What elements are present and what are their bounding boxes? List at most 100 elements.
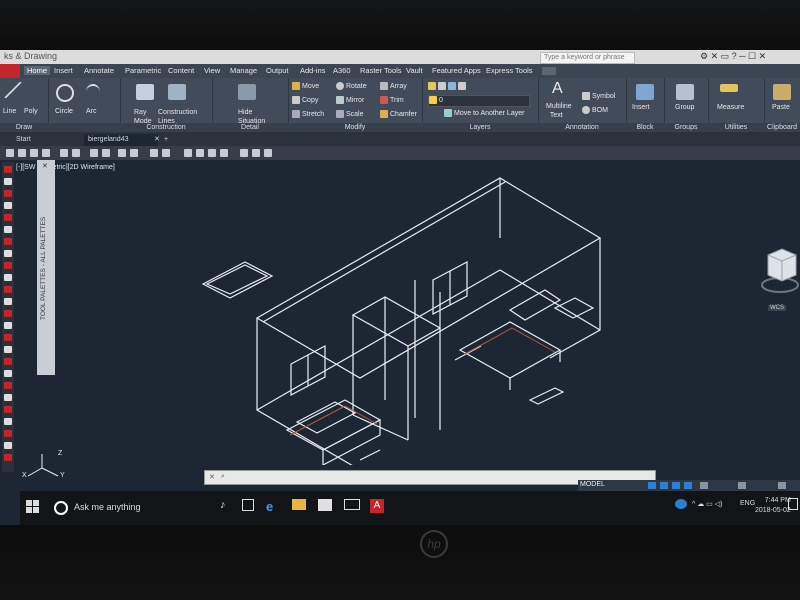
close-icon[interactable]: ✕ bbox=[42, 162, 48, 170]
toolbar-icon-13[interactable] bbox=[184, 149, 192, 157]
tab-drawing[interactable]: biergeland43 bbox=[84, 134, 158, 146]
tool-icon-10[interactable] bbox=[4, 274, 12, 281]
snap-toggle-icon[interactable] bbox=[660, 482, 668, 489]
toolbar-icon-12[interactable] bbox=[162, 149, 170, 157]
title-controls[interactable]: ⚙ ✕ ▭ ? ─ ☐ ✕ bbox=[700, 51, 766, 62]
search-input[interactable]: Type a keyword or phrase bbox=[540, 52, 635, 64]
toolbar-icon-2[interactable] bbox=[18, 149, 26, 157]
tab-view[interactable]: View bbox=[204, 66, 220, 75]
measure-tool[interactable]: Measure bbox=[717, 104, 744, 111]
tab-express-tools[interactable]: Express Tools bbox=[486, 66, 533, 75]
viewcube[interactable]: WCS bbox=[760, 245, 800, 320]
tool-icon-9[interactable] bbox=[4, 262, 12, 269]
tool-icon-25[interactable] bbox=[4, 454, 12, 461]
hide-situation-icon[interactable] bbox=[238, 84, 256, 100]
viewport-label[interactable]: [-][SW Isometric][2D Wireframe] bbox=[16, 164, 115, 171]
toolbar-icon-16[interactable] bbox=[220, 149, 228, 157]
customize-icon[interactable] bbox=[778, 482, 786, 489]
tool-icon-15[interactable] bbox=[4, 334, 12, 341]
tool-icon-5[interactable] bbox=[4, 214, 12, 221]
tool-icon-14[interactable] bbox=[4, 322, 12, 329]
tab-output[interactable]: Output bbox=[266, 66, 289, 75]
group-tool[interactable]: Group bbox=[675, 104, 694, 111]
ortho-toggle-icon[interactable] bbox=[672, 482, 680, 489]
multiline-text-tool[interactable]: Multiline Text bbox=[546, 102, 572, 120]
drawing-viewport[interactable] bbox=[15, 160, 800, 471]
model-space-button[interactable]: MODEL bbox=[580, 481, 605, 488]
toolbar-icon-15[interactable] bbox=[208, 149, 216, 157]
tab-manage[interactable]: Manage bbox=[230, 66, 257, 75]
toolbar-icon-10[interactable] bbox=[130, 149, 138, 157]
file-explorer-icon[interactable] bbox=[292, 499, 306, 510]
tool-icon-23[interactable] bbox=[4, 430, 12, 437]
tool-icon-21[interactable] bbox=[4, 406, 12, 413]
insert-tool[interactable]: Insert bbox=[632, 104, 650, 111]
circle-tool[interactable]: Circle bbox=[55, 108, 73, 115]
ray-icon[interactable] bbox=[136, 84, 154, 100]
annotation-scale-icon[interactable] bbox=[738, 482, 746, 489]
tray-icons[interactable]: ^ ☁ ▭ ◁) bbox=[692, 500, 722, 508]
toolbar-icon-9[interactable] bbox=[118, 149, 126, 157]
move-to-layer-tool[interactable]: Move to Another Layer bbox=[444, 109, 524, 117]
tool-icon-11[interactable] bbox=[4, 286, 12, 293]
layer-dropdown[interactable]: 0 bbox=[428, 95, 530, 107]
toolbar-icon-14[interactable] bbox=[196, 149, 204, 157]
tab-content[interactable]: Content bbox=[168, 66, 194, 75]
clock[interactable]: 7:44 PM 2018-05-02 bbox=[755, 496, 791, 516]
paste-icon[interactable] bbox=[773, 84, 791, 100]
tool-icon-17[interactable] bbox=[4, 358, 12, 365]
tab-addins[interactable]: Add-ins bbox=[300, 66, 325, 75]
circle-icon[interactable] bbox=[56, 84, 74, 102]
new-tab-button[interactable]: + bbox=[160, 134, 172, 146]
search-icon[interactable]: ⌕ bbox=[221, 473, 225, 481]
paste-tool[interactable]: Paste bbox=[772, 104, 790, 111]
tab-overflow[interactable] bbox=[542, 67, 556, 75]
store-icon[interactable] bbox=[318, 499, 332, 511]
tool-icon-19[interactable] bbox=[4, 382, 12, 389]
autocad-icon[interactable]: A bbox=[370, 499, 384, 513]
multiline-text-icon[interactable]: A bbox=[552, 80, 563, 98]
insert-block-icon[interactable] bbox=[636, 84, 654, 100]
language-indicator[interactable]: ENG bbox=[740, 500, 755, 507]
toolbar-icon-6[interactable] bbox=[72, 149, 80, 157]
toolbar-icon-3[interactable] bbox=[30, 149, 38, 157]
bom-tool[interactable]: BOM bbox=[582, 106, 608, 114]
symbol-tool[interactable]: Symbol bbox=[582, 92, 615, 100]
tool-icon-22[interactable] bbox=[4, 418, 12, 425]
tray-app-icon[interactable] bbox=[675, 499, 687, 509]
layer-tools-row[interactable] bbox=[428, 82, 468, 90]
tool-icon-18[interactable] bbox=[4, 370, 12, 377]
tool-icon-3[interactable] bbox=[4, 190, 12, 197]
tool-icon-20[interactable] bbox=[4, 394, 12, 401]
close-icon[interactable]: ✕ bbox=[209, 473, 215, 481]
scale-tool[interactable]: Scale bbox=[336, 110, 364, 118]
tab-a360[interactable]: A360 bbox=[333, 66, 351, 75]
toolbar-icon-7[interactable] bbox=[90, 149, 98, 157]
toolbar-icon-17[interactable] bbox=[240, 149, 248, 157]
trim-tool[interactable]: Trim bbox=[380, 96, 404, 104]
toolbar-icon-8[interactable] bbox=[102, 149, 110, 157]
line-icon[interactable] bbox=[4, 82, 22, 98]
line-tool[interactable]: Line bbox=[3, 108, 16, 115]
measure-icon[interactable] bbox=[720, 84, 738, 92]
tab-insert[interactable]: Insert bbox=[54, 66, 73, 75]
polyline-tool[interactable]: Poly bbox=[24, 108, 38, 115]
polar-toggle-icon[interactable] bbox=[684, 482, 692, 489]
mirror-tool[interactable]: Mirror bbox=[336, 96, 364, 104]
toolbar-icon-5[interactable] bbox=[60, 149, 68, 157]
windows-start-icon[interactable] bbox=[26, 500, 39, 513]
tool-icon-6[interactable] bbox=[4, 226, 12, 233]
edge-icon[interactable]: e bbox=[266, 499, 280, 514]
tab-parametric[interactable]: Parametric bbox=[125, 66, 161, 75]
toolbar-icon-19[interactable] bbox=[264, 149, 272, 157]
tool-icon-7[interactable] bbox=[4, 238, 12, 245]
tool-icon-2[interactable] bbox=[4, 178, 12, 185]
grid-toggle-icon[interactable] bbox=[648, 482, 656, 489]
tool-icon-16[interactable] bbox=[4, 346, 12, 353]
tab-home[interactable]: Home bbox=[24, 66, 51, 75]
toolbar-icon-4[interactable] bbox=[42, 149, 50, 157]
group-icon[interactable] bbox=[676, 84, 694, 100]
app-menu-button[interactable] bbox=[0, 64, 20, 78]
move-tool[interactable]: Move bbox=[292, 82, 319, 90]
tool-icon-12[interactable] bbox=[4, 298, 12, 305]
